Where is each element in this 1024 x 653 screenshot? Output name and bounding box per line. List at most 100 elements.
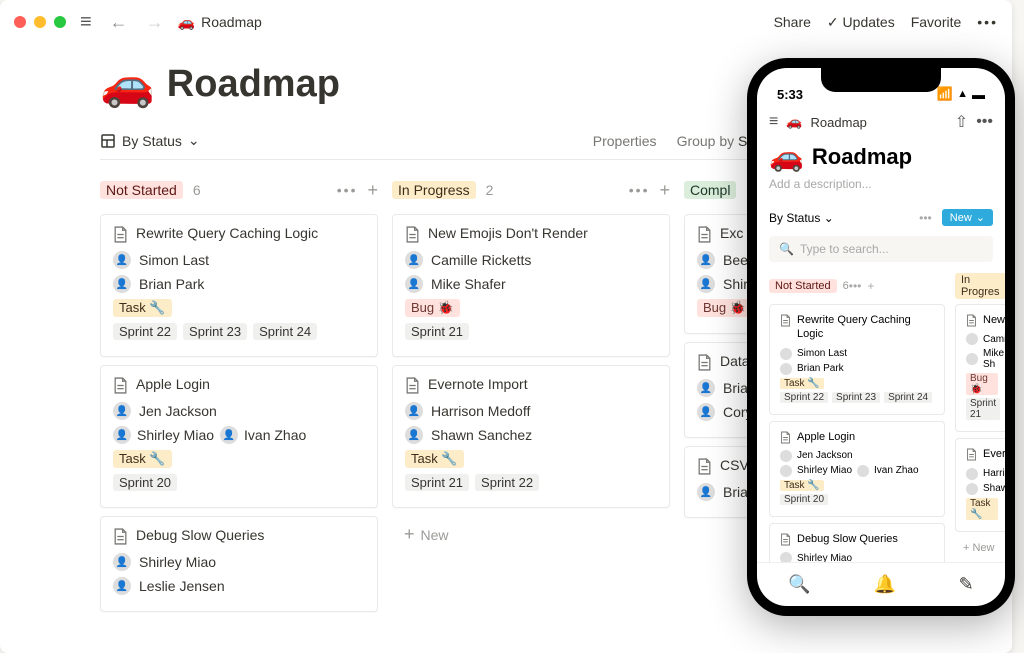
board-card[interactable]: Evernote Import 👤Harrison Medoff 👤Shawn Sa… [392,365,670,508]
status-pill[interactable]: Compl [684,181,736,199]
document-icon [966,314,977,327]
type-tag: Task 🔧 [780,378,824,389]
mobile-menu-icon[interactable]: ≡ [769,113,778,131]
board-card[interactable]: Apple LoginJen JacksonShirley Miao Ivan … [769,421,945,517]
avatar: 👤 [697,379,715,397]
sprint-tag: Sprint 22 [475,474,539,491]
favorite-button[interactable]: Favorite [911,14,962,30]
avatar: 👤 [113,402,131,420]
battery-icon: ▬ [972,87,985,102]
add-card-icon[interactable]: + [659,180,670,201]
card-title: Evern [966,447,998,461]
mobile-content: 🚗 Roadmap Add a description... By Status… [757,140,1005,562]
card-title: Evernote Import [405,376,657,394]
mobile-emoji[interactable]: 🚗 [769,140,804,173]
more-menu-button[interactable]: ••• [977,14,998,30]
board-card[interactable]: Debug Slow Queries👤Shirley Miao👤Leslie J… [100,516,378,612]
add-card-icon[interactable]: + [367,180,378,201]
status-pill[interactable]: In Progres [955,273,1005,299]
document-icon [780,314,791,327]
maximize-window-button[interactable] [54,16,66,28]
mobile-description[interactable]: Add a description... [769,177,993,191]
mobile-more-icon[interactable]: ••• [976,113,993,131]
mobile-new-button[interactable]: New⌄ [942,209,993,226]
card-assignee: 👤Shirley Miao [113,553,365,571]
card-assignee: Brian Park [780,363,934,375]
type-tag: Task 🔧 [966,498,998,520]
avatar: 👤 [405,426,423,444]
close-window-button[interactable] [14,16,26,28]
titlebar-actions: Share ✓ Updates Favorite ••• [774,14,998,31]
status-pill[interactable]: In Progress [392,181,476,199]
add-card-button[interactable]: + New [955,538,1005,558]
minimize-window-button[interactable] [34,16,46,28]
board-card[interactable]: Apple Login👤Jen Jackson👤Shirley Miao👤Iva… [100,365,378,508]
tab-compose-icon[interactable]: ✎ [959,574,974,595]
updates-button[interactable]: ✓ Updates [827,14,895,31]
document-icon [113,528,128,545]
board-card[interactable]: Debug Slow QueriesShirley Miao [769,523,945,562]
board-card[interactable]: NewCamilleMike ShBug 🐞Sprint 21 [955,304,1005,432]
column-header: Not Started6•••+ [769,276,945,296]
phone-screen: 5:33 📶 ▲ ▬ ≡ 🚗 Roadmap ⇧ ••• 🚗 Roadmap A… [757,68,1005,606]
avatar [780,348,792,360]
properties-button[interactable]: Properties [593,133,657,149]
column-menu-button[interactable]: ••• [629,182,650,198]
current-view[interactable]: By Status ⌄ [100,132,200,149]
sprint-tag: Sprint 23 [183,323,247,340]
board-card[interactable]: New Emojis Don't Render👤Camille Ricketts… [392,214,670,357]
card-title: New [966,313,998,327]
status-pill[interactable]: Not Started [100,181,183,199]
mobile-current-view[interactable]: By Status ⌄ [769,211,834,225]
sprint-tag: Sprint 22 [780,392,828,403]
avatar [966,468,978,480]
column-menu-button[interactable]: ••• [337,182,358,198]
type-tag: Bug 🐞 [405,299,460,317]
column-header: Not Started6•••+ [100,176,378,204]
column-menu-button[interactable]: ••• [849,279,862,293]
card-title: Apple Login [113,376,365,394]
board-card[interactable]: Rewrite Query Caching Logic👤Simon Last👤B… [100,214,378,357]
avatar: 👤 [220,426,238,444]
avatar: 👤 [405,275,423,293]
mobile-page-name[interactable]: Roadmap [811,115,867,130]
chevron-down-icon: ⌄ [976,211,985,224]
page-emoji[interactable]: 🚗 [100,58,155,110]
page-title[interactable]: Roadmap [167,63,340,106]
board-card[interactable]: EvernHarrisoShawnTask 🔧 [955,438,1005,531]
board-card[interactable]: Rewrite Query Caching LogicSimon LastBri… [769,304,945,415]
tab-notifications-icon[interactable]: 🔔 [873,574,895,595]
tab-search-icon[interactable]: 🔍 [788,574,810,595]
mobile-view-dots[interactable]: ••• [919,211,932,225]
share-button[interactable]: Share [774,14,811,30]
page-name: Roadmap [201,14,262,30]
breadcrumb[interactable]: 🚗 Roadmap [178,14,262,31]
add-card-button[interactable]: +New [392,516,670,553]
card-assignee: 👤Mike Shafer [405,275,657,293]
type-tag: Task 🔧 [113,450,172,468]
back-button[interactable]: ← [106,10,132,35]
status-pill[interactable]: Not Started [769,279,837,293]
avatar [780,363,792,375]
avatar: 👤 [113,553,131,571]
mobile-search-input[interactable]: 🔍 Type to search... [769,236,993,262]
add-card-icon[interactable]: + [867,279,874,293]
card-title: Debug Slow Queries [113,527,365,545]
card-title: New Emojis Don't Render [405,225,657,243]
sprint-tag: Sprint 20 [780,494,828,505]
card-assignee: 👤Harrison Medoff [405,402,657,420]
menu-icon[interactable]: ≡ [76,9,96,36]
document-icon [405,377,420,394]
mobile-title[interactable]: Roadmap [812,144,912,170]
share-icon[interactable]: ⇧ [955,112,968,132]
card-assignee: 👤Shawn Sanchez [405,426,657,444]
type-tag: Bug 🐞 [966,373,998,395]
type-tag: Task 🔧 [780,480,824,491]
phone-notch [821,68,941,92]
sprint-tag: Sprint 20 [113,474,177,491]
card-assignee: Camille [966,333,998,345]
avatar: 👤 [113,251,131,269]
card-title: Debug Slow Queries [780,532,934,546]
board-column: Not Started6•••+ Rewrite Query Caching L… [769,276,945,562]
forward-button[interactable]: → [142,10,168,35]
